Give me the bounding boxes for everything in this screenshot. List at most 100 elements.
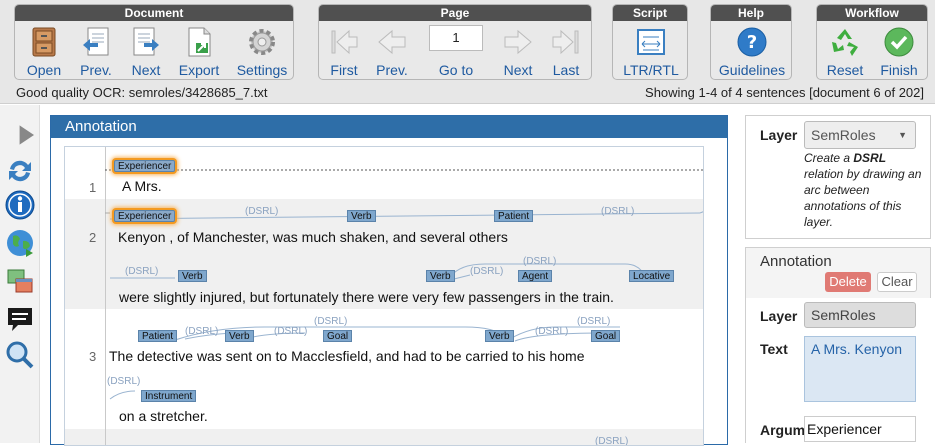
- workflow-group: Workflow Reset Finish: [816, 4, 928, 80]
- next-document-label: Next: [131, 62, 161, 78]
- sync-button[interactable]: [4, 155, 36, 187]
- tag-locative-1[interactable]: Locative: [629, 270, 675, 282]
- sentence-text-1[interactable]: A Mrs.: [122, 178, 162, 194]
- annotation-detail-panel: Annotation Delete Clear Layer SemRoles T…: [745, 247, 932, 444]
- export-button[interactable]: Export: [173, 23, 225, 79]
- svg-text:?: ?: [747, 32, 757, 53]
- relation-label[interactable]: (DSRL): [601, 206, 634, 217]
- windows-icon: [7, 269, 33, 293]
- layer-help-text: Create a DSRL relation by drawing an arc…: [804, 150, 926, 230]
- script-group: Script LTR/RTL: [612, 4, 688, 80]
- clear-button[interactable]: Clear: [877, 272, 917, 292]
- relation-label[interactable]: (DSRL): [274, 326, 307, 337]
- reset-button[interactable]: Reset: [819, 23, 871, 79]
- tag-experiencer-2[interactable]: Experiencer: [114, 210, 176, 222]
- next-page-button[interactable]: Next: [495, 23, 541, 79]
- tag-verb-4[interactable]: Verb: [225, 330, 254, 342]
- sync-icon: [9, 160, 31, 182]
- line-number-2: 2: [89, 230, 97, 245]
- export-icon: [182, 25, 216, 59]
- relation-label[interactable]: (DSRL): [595, 436, 628, 445]
- script-group-title: Script: [613, 5, 687, 21]
- reset-label: Reset: [826, 62, 864, 78]
- last-page-button[interactable]: Last: [543, 23, 589, 79]
- relation-label[interactable]: (DSRL): [535, 326, 568, 337]
- recycle-icon: [828, 25, 862, 59]
- relation-label[interactable]: (DSRL): [107, 376, 140, 387]
- first-page-button[interactable]: First: [321, 23, 367, 79]
- annotation-panel: Annotation 1 2 3 A Mrs. Kenyon , of Manc…: [50, 115, 728, 446]
- prev-page-label: Prev.: [376, 62, 408, 78]
- relation-label[interactable]: (DSRL): [470, 266, 503, 277]
- text-direction-icon: [634, 25, 668, 59]
- open-label: Open: [26, 62, 62, 78]
- tag-patient-2[interactable]: Patient: [138, 330, 178, 342]
- relation-label[interactable]: (DSRL): [245, 206, 278, 217]
- gear-icon: [245, 25, 279, 59]
- tag-verb-5[interactable]: Verb: [485, 330, 514, 342]
- search-button[interactable]: [4, 339, 36, 371]
- argument-input[interactable]: Experiencer: [804, 416, 916, 442]
- goto-page-label: Go to: [438, 62, 474, 78]
- relation-label[interactable]: (DSRL): [523, 256, 556, 267]
- expand-sidebar-button[interactable]: [10, 119, 34, 145]
- layer-select-value: SemRoles: [811, 127, 876, 143]
- relation-label[interactable]: (DSRL): [125, 266, 158, 277]
- tag-instrument-1[interactable]: Instrument: [141, 390, 197, 402]
- tag-agent-1[interactable]: Agent: [518, 270, 553, 282]
- tag-verb-2[interactable]: Verb: [178, 270, 207, 282]
- tag-patient-1[interactable]: Patient: [494, 210, 534, 222]
- tag-verb-3[interactable]: Verb: [426, 270, 455, 282]
- relation-label[interactable]: (DSRL): [185, 326, 218, 337]
- line-number-3: 3: [89, 349, 97, 364]
- toolbar: Document Open Prev. Next Export Settings…: [0, 0, 935, 104]
- detail-layer-label: Layer: [760, 308, 798, 324]
- help-group-title: Help: [711, 5, 791, 21]
- guidelines-button[interactable]: ? Guidelines: [713, 23, 791, 79]
- layer-label: Layer: [760, 127, 798, 143]
- tag-goal-1[interactable]: Goal: [323, 330, 353, 342]
- sentence-text-2b[interactable]: were slightly injured, but fortunately t…: [119, 289, 614, 305]
- triangle-right-icon: [19, 125, 34, 145]
- detail-text-field[interactable]: A Mrs. Kenyon: [804, 336, 916, 402]
- sentence-text-2[interactable]: Kenyon , of Manchester, was much shaken,…: [118, 229, 508, 245]
- question-icon: ?: [735, 25, 769, 59]
- ltr-rtl-label: LTR/RTL: [623, 62, 679, 78]
- delete-button[interactable]: Delete: [825, 272, 871, 292]
- relation-label[interactable]: (DSRL): [577, 316, 610, 327]
- tag-experiencer-1[interactable]: Experiencer: [114, 160, 176, 172]
- tag-verb-1[interactable]: Verb: [347, 210, 376, 222]
- finish-button[interactable]: Finish: [873, 23, 925, 79]
- line-number-1: 1: [89, 180, 97, 195]
- arrow-left-icon: [375, 25, 409, 59]
- layer-select[interactable]: SemRoles ▼: [804, 121, 916, 149]
- chevron-down-icon: ▼: [898, 130, 907, 140]
- next-document-button[interactable]: Next: [121, 23, 171, 79]
- tag-goal-2[interactable]: Goal: [591, 330, 621, 342]
- check-icon: [882, 25, 916, 59]
- comment-icon: [8, 308, 32, 331]
- prev-document-button[interactable]: Prev.: [71, 23, 121, 79]
- sentence-area: 1 2 3 A Mrs. Kenyon , of Manchester, was…: [64, 146, 704, 446]
- detail-layer-field: SemRoles: [804, 302, 916, 328]
- guidelines-label: Guidelines: [718, 62, 786, 78]
- sentence-text-3b[interactable]: on a stretcher.: [119, 408, 208, 424]
- windows-button[interactable]: [4, 265, 36, 297]
- document-group-title: Document: [15, 5, 293, 21]
- globe-icon: [7, 230, 33, 257]
- sentence-status: Showing 1-4 of 4 sentences [document 6 o…: [645, 85, 924, 100]
- last-page-label: Last: [552, 62, 580, 78]
- relation-label[interactable]: (DSRL): [314, 316, 347, 327]
- goto-page-button[interactable]: Go to: [427, 23, 485, 79]
- document-status: Good quality OCR: semroles/3428685_7.txt: [16, 85, 268, 100]
- settings-label: Settings: [236, 62, 288, 78]
- open-button[interactable]: Open: [19, 23, 69, 79]
- settings-button[interactable]: Settings: [229, 23, 295, 79]
- ltr-rtl-button[interactable]: LTR/RTL: [615, 23, 687, 79]
- globe-button[interactable]: [4, 227, 36, 259]
- comment-button[interactable]: [4, 303, 36, 335]
- sentence-text-3[interactable]: The detective was sent on to Macclesfiel…: [109, 348, 585, 364]
- detail-content: Layer SemRoles Text A Mrs. Kenyon Argum …: [746, 298, 932, 444]
- info-button[interactable]: [4, 189, 36, 221]
- prev-page-button[interactable]: Prev.: [369, 23, 415, 79]
